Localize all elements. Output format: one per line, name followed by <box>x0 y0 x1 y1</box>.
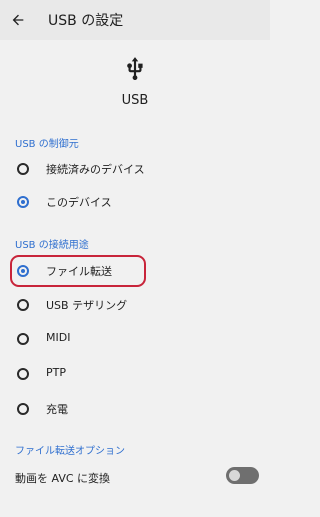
radio-row-file-transfer[interactable]: ファイル転送 <box>0 257 270 287</box>
radio-button[interactable] <box>17 368 29 380</box>
radio-label: 充電 <box>46 403 68 416</box>
app-bar: USB の設定 <box>0 0 270 40</box>
radio-button[interactable] <box>17 163 29 175</box>
radio-row-midi[interactable]: MIDI <box>0 325 270 355</box>
radio-label: 接続済みのデバイス <box>46 163 145 176</box>
radio-button[interactable] <box>17 333 29 345</box>
radio-button[interactable] <box>17 299 29 311</box>
radio-row-ptp[interactable]: PTP <box>0 360 270 390</box>
usb-icon <box>127 57 143 81</box>
radio-row-this-device[interactable]: このデバイス <box>0 188 270 218</box>
usb-label: USB <box>121 93 149 108</box>
radio-label: MIDI <box>46 331 71 344</box>
avc-toggle-switch[interactable] <box>226 467 259 484</box>
radio-row-charging[interactable]: 充電 <box>0 395 270 425</box>
radio-button[interactable] <box>17 196 29 208</box>
radio-label: USB テザリング <box>46 299 128 312</box>
page-title: USB の設定 <box>48 13 124 29</box>
toggle-row-avc[interactable]: 動画を AVC に変換 <box>0 462 270 492</box>
radio-row-usb-tethering[interactable]: USB テザリング <box>0 291 270 321</box>
radio-button[interactable] <box>17 265 29 277</box>
back-button[interactable] <box>6 8 30 32</box>
section-title-control: USB の制御元 <box>15 139 79 150</box>
arrow-left-icon <box>12 14 24 26</box>
radio-label: PTP <box>46 366 66 379</box>
section-title-options: ファイル転送オプション <box>15 446 125 457</box>
radio-label: このデバイス <box>46 196 112 209</box>
radio-row-connected-device[interactable]: 接続済みのデバイス <box>0 155 270 185</box>
radio-label: ファイル転送 <box>46 265 112 278</box>
toggle-knob <box>229 470 240 481</box>
toggle-label: 動画を AVC に変換 <box>15 472 111 485</box>
radio-button[interactable] <box>17 403 29 415</box>
section-title-connection: USB の接続用途 <box>15 240 89 251</box>
